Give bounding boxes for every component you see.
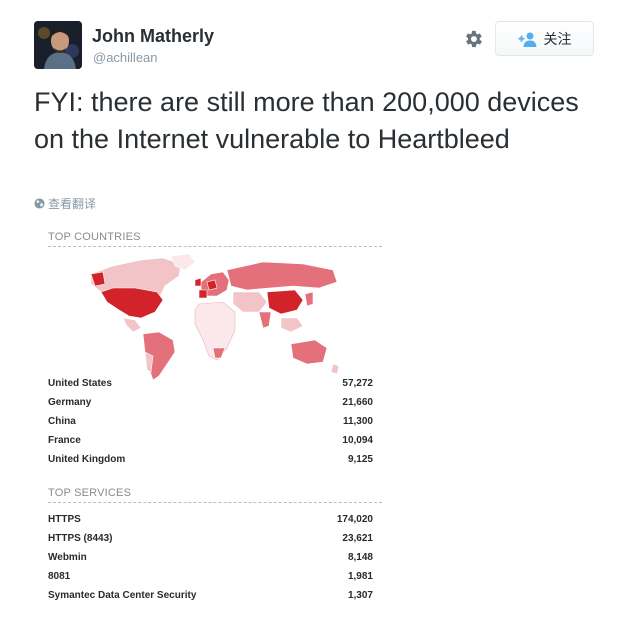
service-count: 1,981	[347, 571, 373, 582]
globe-icon	[34, 198, 45, 209]
service-count: 1,307	[347, 590, 373, 601]
service-count: 23,621	[342, 533, 373, 544]
list-item: HTTPS (8443) 23,621	[48, 533, 373, 544]
add-user-icon	[518, 31, 538, 47]
service-name: Symantec Data Center Security	[48, 590, 197, 601]
country-count: 57,272	[342, 378, 373, 389]
list-item: China 11,300	[48, 416, 373, 427]
country-count: 9,125	[347, 454, 373, 465]
list-item: United Kingdom 9,125	[48, 454, 373, 465]
service-name: HTTPS (8443)	[48, 533, 113, 544]
list-item: 8081 1,981	[48, 571, 373, 582]
list-item: United States 57,272	[48, 378, 373, 389]
service-count: 8,148	[347, 552, 373, 563]
country-name: United Kingdom	[48, 454, 126, 465]
top-countries-heading: TOP COUNTRIES	[48, 231, 382, 247]
follow-label: 关注	[543, 30, 572, 47]
country-name: China	[48, 416, 76, 427]
tweet-text: FYI: there are still more than 200,000 d…	[34, 87, 579, 154]
country-name: United States	[48, 378, 112, 389]
country-name: France	[48, 435, 81, 446]
follow-button[interactable]: 关注	[495, 21, 594, 56]
country-count: 11,300	[342, 416, 373, 427]
display-name[interactable]: John Matherly	[92, 26, 214, 47]
list-item: Webmin 8,148	[48, 552, 373, 563]
avatar[interactable]	[34, 21, 82, 69]
list-item: HTTPS 174,020	[48, 514, 373, 525]
gear-icon[interactable]	[462, 28, 484, 50]
country-name: Germany	[48, 397, 92, 408]
list-item: Germany 21,660	[48, 397, 373, 408]
service-name: Webmin	[48, 552, 87, 563]
service-count: 174,020	[336, 514, 373, 525]
world-map	[83, 252, 348, 382]
service-name: HTTPS	[48, 514, 81, 525]
user-handle[interactable]: @achillean	[93, 50, 158, 65]
list-item: France 10,094	[48, 435, 373, 446]
service-name: 8081	[48, 571, 71, 582]
translate-label: 查看翻译	[48, 197, 97, 211]
list-item: Symantec Data Center Security 1,307	[48, 590, 373, 601]
top-services-heading: TOP SERVICES	[48, 487, 382, 503]
country-count: 10,094	[342, 435, 373, 446]
country-count: 21,660	[342, 397, 373, 408]
translate-link[interactable]: 查看翻译	[34, 195, 96, 212]
